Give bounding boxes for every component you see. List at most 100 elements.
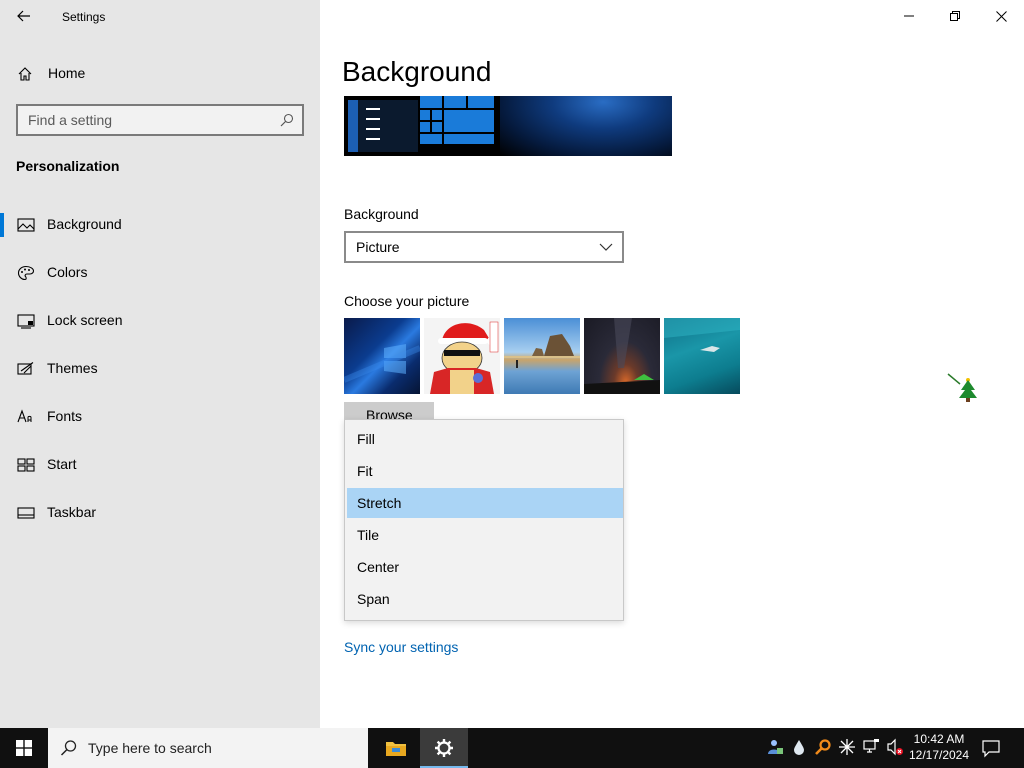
fit-option-label: Span — [357, 591, 390, 607]
close-icon — [995, 10, 1007, 22]
windows-light-icon — [344, 344, 420, 383]
magnifier-icon — [815, 739, 831, 755]
people-icon — [768, 740, 783, 754]
snowflake-icon — [839, 739, 855, 755]
sidebar-item-themes[interactable]: Themes — [0, 349, 320, 389]
active-indicator — [0, 213, 4, 237]
background-type-label: Background — [344, 206, 419, 222]
sidebar-item-label: Taskbar — [47, 504, 97, 520]
snowflake-tray-icon[interactable] — [838, 738, 856, 756]
sidebar-item-label: Start — [47, 456, 77, 472]
start-button[interactable] — [0, 728, 48, 768]
sidebar-item-label: Background — [47, 216, 122, 232]
sidebar-item-lock-screen[interactable]: Lock screen — [0, 301, 320, 341]
settings-taskbar-button[interactable] — [420, 728, 468, 768]
fit-option-center[interactable]: Center — [347, 552, 623, 582]
choose-picture-label: Choose your picture — [344, 293, 470, 309]
fit-option-label: Tile — [357, 527, 380, 543]
clock-date: 12/17/2024 — [908, 748, 970, 762]
sidebar-item-label: Colors — [47, 264, 88, 280]
start-icon — [17, 458, 35, 472]
taskbar: Type here to search 10:42 AM 12/17/2024 — [0, 728, 1024, 768]
fit-option-fit[interactable]: Fit — [347, 456, 623, 486]
notification-icon — [982, 740, 1000, 758]
beach-rock-icon — [504, 334, 580, 368]
taskbar-icon — [17, 507, 35, 519]
swimmer-icon — [664, 318, 740, 352]
fit-option-label: Fit — [357, 463, 373, 479]
drop-tray-icon[interactable] — [790, 738, 808, 756]
folder-icon — [386, 742, 406, 756]
sidebar: Settings Home Find a setting Personaliza… — [0, 0, 320, 728]
fit-option-span[interactable]: Span — [347, 584, 623, 614]
night-sky-icon — [584, 318, 660, 394]
picture-thumb-beach[interactable] — [504, 318, 580, 394]
picture-icon — [17, 218, 35, 232]
window-title: Settings — [62, 10, 106, 24]
fit-option-stretch[interactable]: Stretch — [347, 488, 623, 518]
volume-muted-icon — [887, 738, 903, 756]
back-button[interactable] — [10, 4, 38, 28]
picture-thumb-santa[interactable] — [424, 318, 500, 394]
sync-settings-link[interactable]: Sync your settings — [344, 639, 458, 655]
background-type-value: Picture — [356, 239, 400, 255]
close-button[interactable] — [978, 0, 1024, 32]
sidebar-item-label: Fonts — [47, 408, 83, 424]
home-label: Home — [48, 65, 86, 81]
fit-option-fill[interactable]: Fill — [347, 424, 623, 454]
page-title: Background — [342, 56, 492, 87]
christmas-tree-cursor-icon — [947, 373, 977, 402]
themes-icon — [17, 362, 34, 375]
preview-tiles — [420, 96, 494, 144]
fonts-icon — [17, 409, 32, 423]
sidebar-item-label: Themes — [47, 360, 98, 376]
palette-icon — [17, 265, 35, 281]
section-title: Personalization — [16, 158, 120, 174]
search-icon — [280, 113, 294, 127]
fit-option-tile[interactable]: Tile — [347, 520, 623, 550]
sidebar-item-background[interactable]: Background — [0, 205, 320, 245]
picture-thumb-night-sky[interactable] — [584, 318, 660, 394]
gear-icon — [435, 739, 453, 757]
sidebar-item-colors[interactable]: Colors — [0, 253, 320, 293]
search-placeholder: Find a setting — [28, 112, 113, 128]
picture-thumb-underwater[interactable] — [664, 318, 740, 394]
search-icon — [60, 740, 77, 756]
lock-screen-icon — [17, 314, 35, 329]
picture-thumb-windows[interactable] — [344, 318, 420, 394]
chevron-down-icon — [599, 243, 613, 251]
network-tray-icon[interactable] — [862, 738, 880, 756]
taskbar-search-box[interactable]: Type here to search — [48, 728, 368, 768]
network-icon — [863, 739, 879, 753]
sidebar-item-label: Lock screen — [47, 312, 123, 328]
back-arrow-icon — [17, 10, 30, 22]
fit-option-label: Stretch — [357, 495, 402, 511]
windows-logo-icon — [16, 740, 32, 756]
background-preview — [344, 96, 672, 156]
restore-button[interactable] — [932, 0, 978, 32]
taskbar-search-placeholder: Type here to search — [88, 740, 212, 756]
fit-options-dropdown: Fill Fit Stretch Tile Center Span — [344, 419, 624, 621]
minimize-button[interactable] — [886, 0, 932, 32]
sidebar-item-taskbar[interactable]: Taskbar — [0, 493, 320, 533]
action-center-button[interactable] — [980, 738, 1002, 758]
santa-cartoon-icon — [430, 321, 499, 394]
search-tool-tray-icon[interactable] — [814, 738, 832, 756]
preview-start-menu — [348, 100, 418, 152]
settings-search-input[interactable]: Find a setting — [16, 104, 304, 136]
volume-tray-icon[interactable] — [886, 738, 904, 756]
file-explorer-taskbar-button[interactable] — [372, 728, 420, 768]
sidebar-item-fonts[interactable]: Fonts — [0, 397, 320, 437]
people-tray-icon[interactable] — [766, 738, 784, 756]
taskbar-clock[interactable]: 10:42 AM 12/17/2024 — [906, 731, 972, 763]
background-type-select[interactable]: Picture — [344, 231, 624, 263]
fit-option-label: Fill — [357, 431, 375, 447]
home-nav-item[interactable]: Home — [0, 60, 320, 88]
clock-time: 10:42 AM — [913, 732, 965, 746]
minimize-icon — [904, 15, 914, 17]
restore-icon — [950, 11, 960, 21]
preview-desktop — [500, 96, 672, 156]
home-icon — [18, 67, 32, 81]
water-drop-icon — [794, 740, 804, 755]
sidebar-item-start[interactable]: Start — [0, 445, 320, 485]
